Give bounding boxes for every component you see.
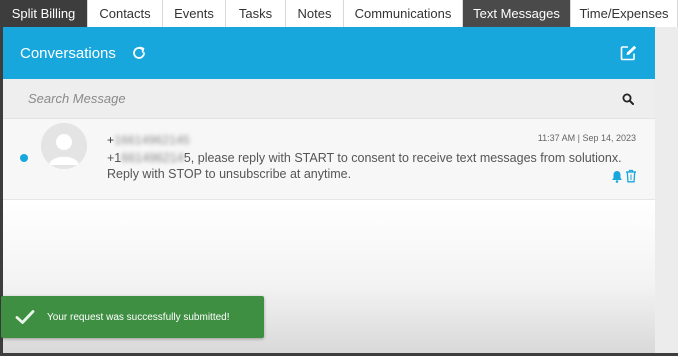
tab-bar: Split Billing Contacts Events Tasks Note… <box>0 0 678 27</box>
conversation-list-item[interactable]: +16614962145 11:37 AM | Sep 14, 2023 +16… <box>3 119 655 200</box>
search-icon[interactable] <box>621 92 635 106</box>
bell-icon[interactable] <box>611 170 623 183</box>
avatar <box>41 123 87 169</box>
conversations-title: Conversations <box>20 44 116 62</box>
toast-message: Your request was successfully submitted! <box>47 311 230 323</box>
success-toast[interactable]: Your request was successfully submitted! <box>1 296 264 338</box>
trash-icon[interactable] <box>625 169 637 183</box>
tab-communications[interactable]: Communications <box>344 0 463 27</box>
tab-tasks[interactable]: Tasks <box>226 0 286 27</box>
message-timestamp: 11:37 AM | Sep 14, 2023 <box>537 133 636 143</box>
sender-number: +16614962145 <box>107 133 190 147</box>
tab-events[interactable]: Events <box>163 0 226 27</box>
checkmark-icon <box>15 309 35 325</box>
compose-icon[interactable] <box>619 43 639 63</box>
side-panel-edge <box>655 27 678 356</box>
tab-contacts[interactable]: Contacts <box>88 0 163 27</box>
unread-indicator <box>20 154 28 162</box>
refresh-icon[interactable] <box>130 44 148 62</box>
tab-notes[interactable]: Notes <box>286 0 344 27</box>
search-bar <box>3 79 655 119</box>
search-input[interactable] <box>28 91 621 106</box>
tab-text-messages[interactable]: Text Messages <box>463 0 571 27</box>
message-preview: +16614962145, please reply with START to… <box>107 151 622 181</box>
conversations-header: Conversations <box>3 27 655 79</box>
tab-split-billing[interactable]: Split Billing <box>0 0 88 27</box>
tab-time-expenses[interactable]: Time/Expenses <box>571 0 678 27</box>
